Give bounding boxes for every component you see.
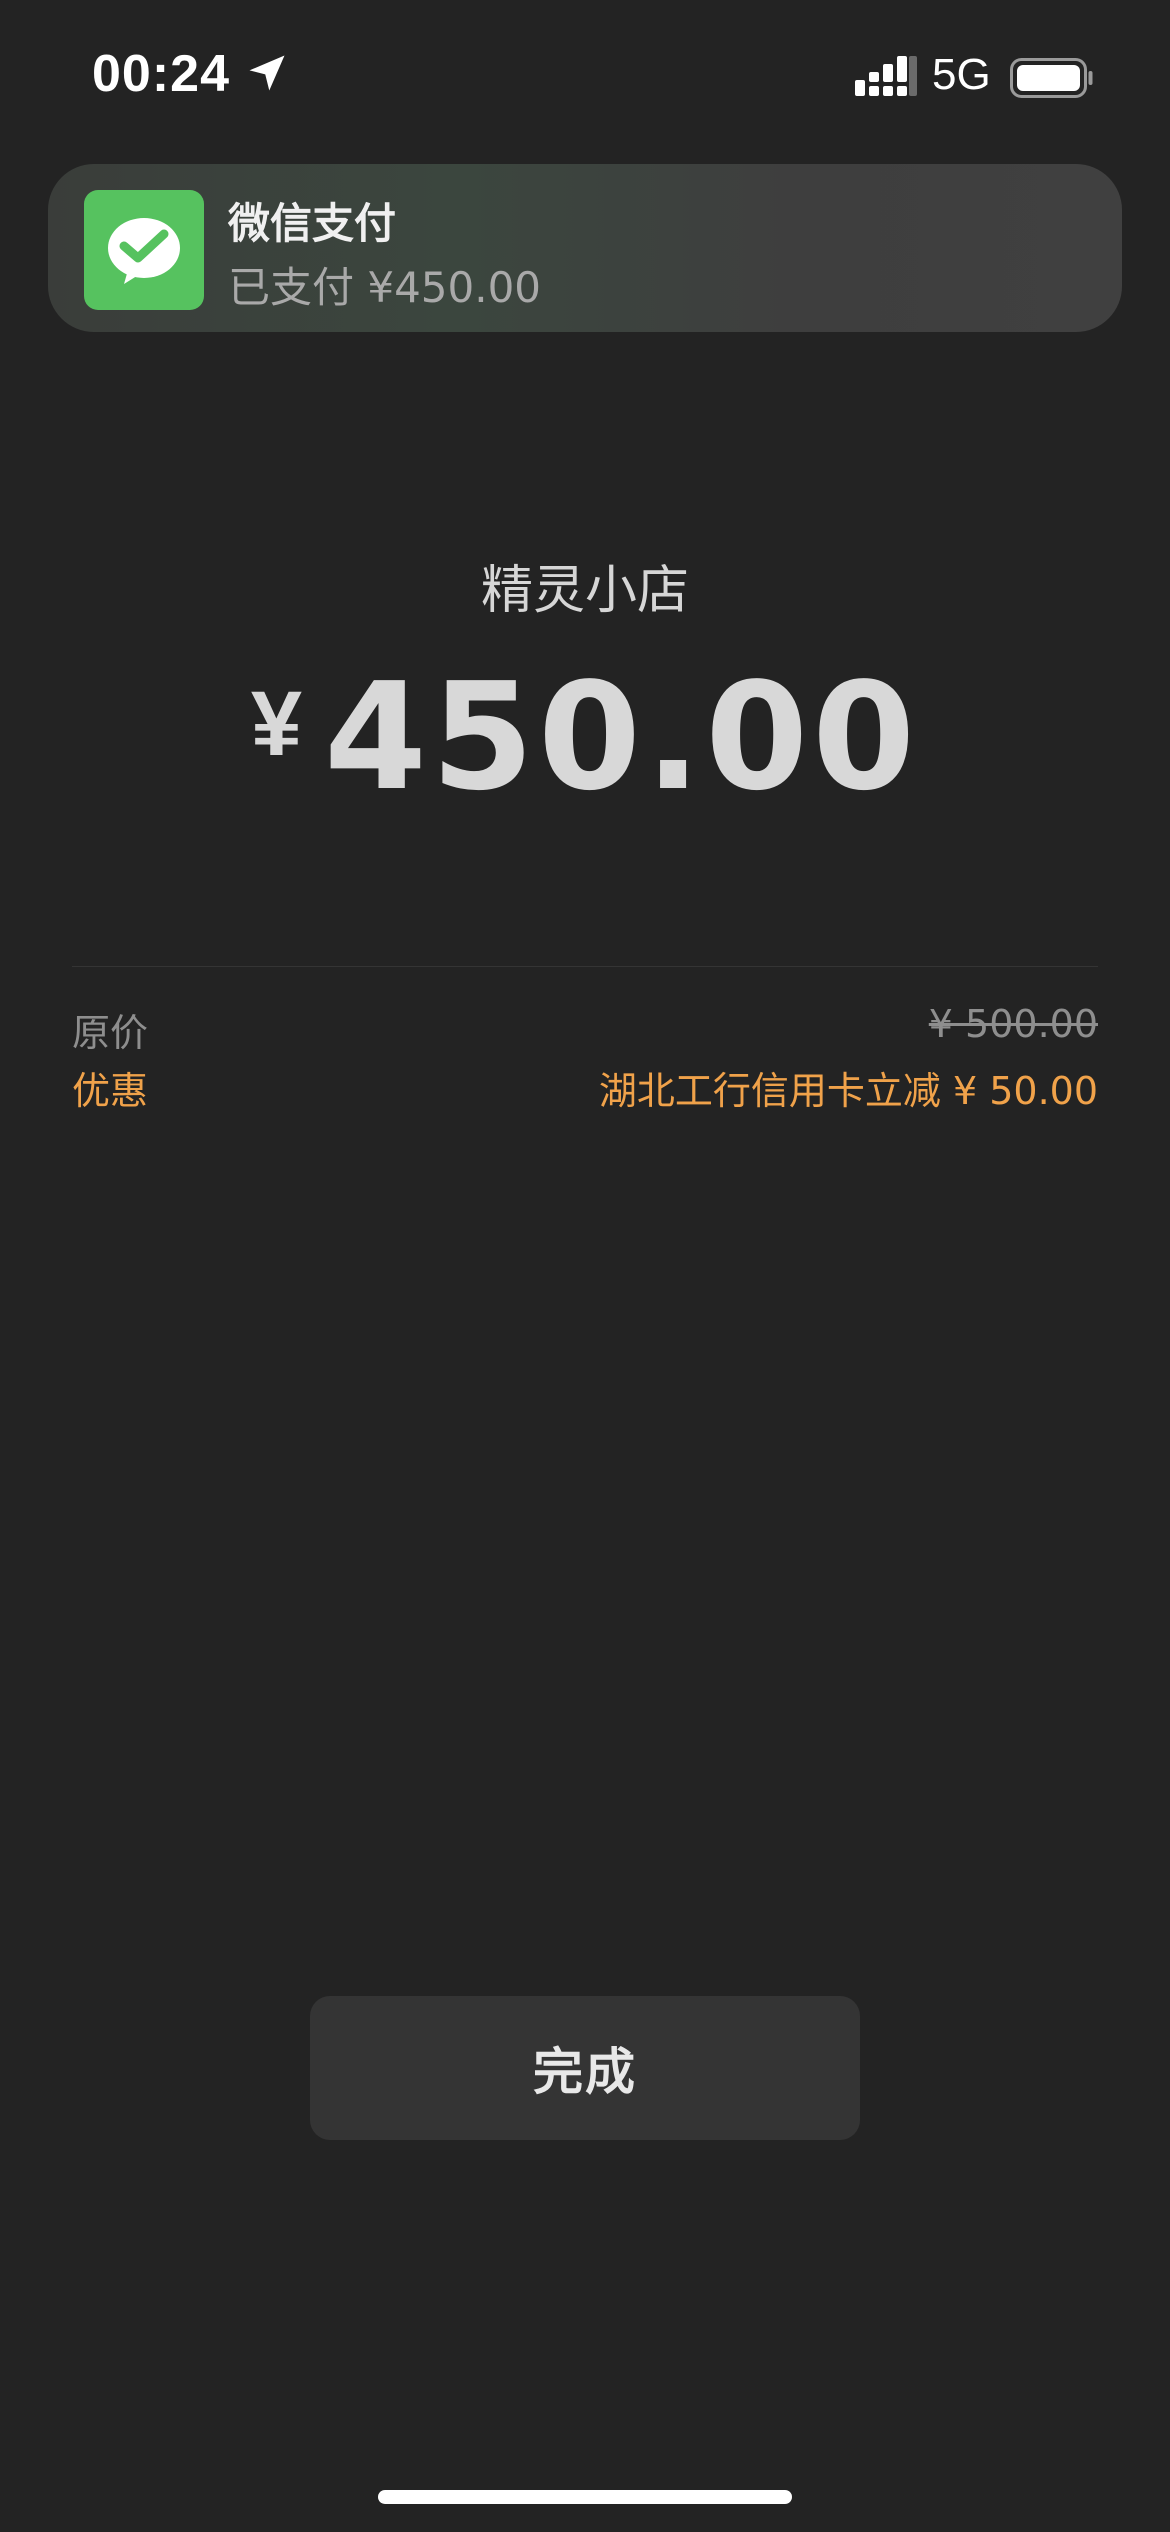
discount-row: 优惠 湖北工行信用卡立减 ¥ 50.00: [72, 1060, 1098, 1113]
network-type-label: 5G: [932, 50, 991, 99]
original-price-value: ¥ 500.00: [928, 1002, 1098, 1046]
status-bar: 00:24 5G: [0, 0, 1170, 150]
payment-success-screen: 00:24 5G 微信支付 已支付 ¥450.00 精灵小店 ¥ 450.00 …: [0, 0, 1170, 2532]
currency-symbol: ¥: [250, 673, 303, 775]
discount-label: 优惠: [72, 1069, 149, 1113]
original-price-label: 原价: [72, 1011, 149, 1055]
battery-icon: [1010, 58, 1093, 98]
paid-amount: ¥450.00: [0, 651, 1170, 823]
status-time: 00:24: [92, 45, 230, 103]
done-button[interactable]: 完成: [310, 1996, 860, 2140]
original-price-row: 原价 ¥ 500.00: [72, 1002, 1098, 1055]
signal-icon: [855, 56, 917, 96]
payment-notification-banner[interactable]: 微信支付 已支付 ¥450.00: [48, 164, 1122, 332]
merchant-name: 精灵小店: [480, 561, 689, 621]
notification-body: 已支付 ¥450.00: [228, 263, 542, 312]
discount-value: 湖北工行信用卡立减 ¥ 50.00: [598, 1069, 1098, 1113]
location-arrow-icon: [249, 55, 285, 91]
home-indicator[interactable]: [378, 2490, 792, 2504]
divider: [72, 966, 1098, 967]
wechat-pay-icon: [84, 190, 204, 310]
notification-title: 微信支付: [228, 199, 397, 248]
amount-value: 450.00: [324, 651, 920, 823]
